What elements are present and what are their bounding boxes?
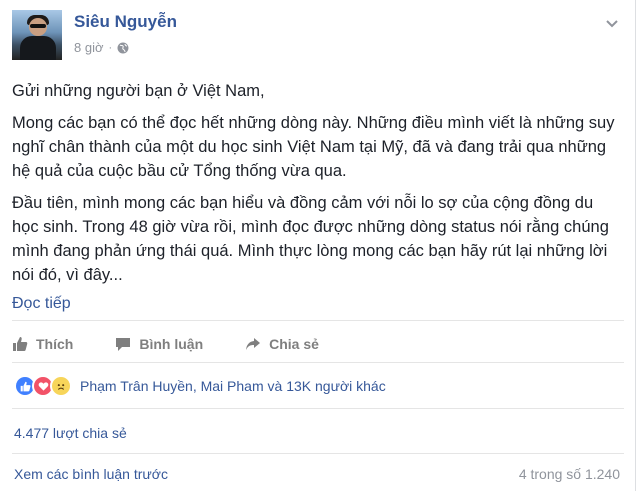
- divider: [12, 320, 624, 321]
- share-icon: [246, 338, 261, 350]
- comment-count: 4 trong số 1.240: [518, 466, 620, 482]
- share-button[interactable]: Chia sẻ: [245, 336, 319, 352]
- comment-label: Bình luận: [139, 336, 204, 352]
- avatar[interactable]: [12, 10, 62, 60]
- divider: [12, 453, 624, 454]
- post-paragraph: Đầu tiên, mình mong các bạn hiểu và đồng…: [12, 194, 609, 284]
- post-body: Gửi những người bạn ở Việt Nam, Mong các…: [12, 79, 617, 316]
- divider: [12, 408, 624, 409]
- post-time[interactable]: 8 giờ: [74, 40, 104, 55]
- meta-separator: ·: [108, 41, 113, 54]
- thumbs-up-icon: [13, 337, 28, 351]
- share-label: Chia sẻ: [269, 336, 319, 352]
- like-button[interactable]: Thích: [12, 336, 73, 352]
- post-paragraph: Mong các bạn có thể đọc hết những dòng n…: [12, 114, 615, 180]
- post-meta: 8 giờ ·: [74, 40, 129, 55]
- post-header: Siêu Nguyễn 8 giờ ·: [12, 10, 622, 62]
- comments-row: Xem các bình luận trước 4 trong số 1.240: [14, 466, 620, 482]
- post-paragraph: Gửi những người bạn ở Việt Nam,: [12, 82, 265, 100]
- view-previous-comments-link[interactable]: Xem các bình luận trước: [14, 466, 168, 482]
- post-card: Siêu Nguyễn 8 giờ · Gửi những người bạn …: [0, 0, 636, 491]
- share-count[interactable]: 4.477 lượt chia sẻ: [14, 425, 127, 441]
- chevron-down-icon[interactable]: [602, 14, 622, 34]
- comment-button[interactable]: Bình luận: [115, 336, 203, 352]
- globe-icon[interactable]: [117, 42, 129, 54]
- like-label: Thích: [36, 336, 74, 352]
- sad-reaction-icon: [50, 375, 72, 397]
- reactions-summary[interactable]: Phạm Trân Huyền, Mai Pham và 13K người k…: [14, 375, 386, 397]
- author-name[interactable]: Siêu Nguyễn: [74, 12, 177, 32]
- read-more-link[interactable]: Đọc tiếp: [12, 292, 71, 316]
- comment-icon: [116, 338, 131, 351]
- reactors-text[interactable]: Phạm Trân Huyền, Mai Pham và 13K người k…: [80, 378, 386, 394]
- action-bar: Thích Bình luận Chia sẻ: [12, 332, 624, 356]
- divider: [12, 362, 624, 363]
